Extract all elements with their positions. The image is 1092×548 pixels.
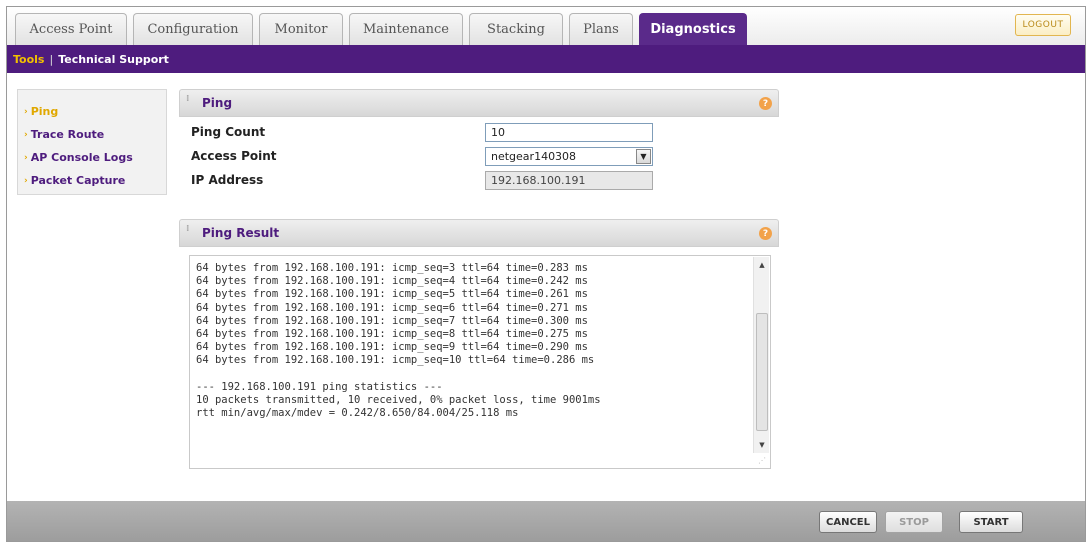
arrow-down-icon[interactable]: ▼ [754, 437, 770, 453]
chevron-right-icon: › [24, 152, 28, 163]
tab-monitor[interactable]: Monitor [259, 13, 343, 45]
tab-diagnostics[interactable]: Diagnostics [639, 13, 747, 45]
drag-grip-icon: ⁞ [186, 94, 190, 104]
subnav-separator: | [49, 52, 54, 66]
chevron-down-icon[interactable]: ▼ [636, 149, 651, 164]
app-frame: Access Point Configuration Monitor Maint… [6, 6, 1086, 542]
tab-access-point[interactable]: Access Point [15, 13, 127, 45]
ping-count-input[interactable]: 10 [485, 123, 653, 142]
drag-grip-icon: ⁞ [186, 224, 190, 234]
help-icon[interactable]: ? [759, 97, 772, 110]
ping-count-row: Ping Count 10 [179, 121, 779, 143]
menu-item-label: Ping [30, 105, 59, 118]
chevron-right-icon: › [24, 106, 28, 117]
ping-panel-header: ⁞ Ping ? [179, 89, 779, 117]
ip-address-field: 192.168.100.191 [485, 171, 653, 190]
ping-result-output: 64 bytes from 192.168.100.191: icmp_seq=… [196, 262, 601, 420]
menu-item-label: Trace Route [30, 128, 105, 141]
scrollbar-thumb[interactable] [756, 313, 768, 431]
access-point-label: Access Point [191, 149, 277, 163]
top-tab-bar: Access Point Configuration Monitor Maint… [7, 7, 1085, 45]
ping-count-label: Ping Count [191, 125, 266, 139]
vertical-scrollbar[interactable]: ▲ ▼ [753, 257, 769, 453]
left-menu: › Ping › Trace Route › AP Console Logs ›… [17, 89, 167, 195]
ip-address-label: IP Address [191, 173, 264, 187]
tab-plans[interactable]: Plans [569, 13, 633, 45]
subnav-tools-link[interactable]: Tools [13, 53, 44, 66]
help-icon[interactable]: ? [759, 227, 772, 240]
stop-button[interactable]: STOP [885, 511, 943, 533]
menu-item-trace-route[interactable]: › Trace Route [18, 123, 166, 146]
tab-maintenance[interactable]: Maintenance [349, 13, 463, 45]
ip-address-row: IP Address 192.168.100.191 [179, 169, 779, 191]
logout-button[interactable]: LOGOUT [1015, 14, 1071, 36]
access-point-select[interactable]: netgear140308 ▼ [485, 147, 653, 166]
menu-item-label: Packet Capture [30, 174, 126, 187]
ping-result-panel-title: Ping Result [202, 226, 280, 240]
ping-result-panel-header: ⁞ Ping Result ? [179, 219, 779, 247]
cancel-button[interactable]: CANCEL [819, 511, 877, 533]
menu-item-packet-capture[interactable]: › Packet Capture [18, 169, 166, 192]
tab-stacking[interactable]: Stacking [469, 13, 563, 45]
footer-bar: CANCEL STOP START [7, 501, 1085, 541]
access-point-row: Access Point netgear140308 ▼ [179, 145, 779, 167]
tab-configuration[interactable]: Configuration [133, 13, 253, 45]
ping-panel-title: Ping [202, 96, 233, 110]
start-button[interactable]: START [959, 511, 1023, 533]
menu-item-label: AP Console Logs [30, 151, 133, 164]
sub-navigation: Tools | Technical Support [7, 45, 1085, 73]
resize-grip-icon[interactable]: ⋰ [758, 456, 768, 466]
ping-result-textarea[interactable]: 64 bytes from 192.168.100.191: icmp_seq=… [189, 255, 771, 469]
menu-item-ping[interactable]: › Ping [18, 100, 166, 123]
arrow-up-icon[interactable]: ▲ [754, 257, 770, 273]
menu-item-ap-console-logs[interactable]: › AP Console Logs [18, 146, 166, 169]
chevron-right-icon: › [24, 129, 28, 140]
chevron-right-icon: › [24, 175, 28, 186]
subnav-technical-support-link[interactable]: Technical Support [58, 53, 169, 66]
access-point-selected-value: netgear140308 [491, 150, 577, 163]
